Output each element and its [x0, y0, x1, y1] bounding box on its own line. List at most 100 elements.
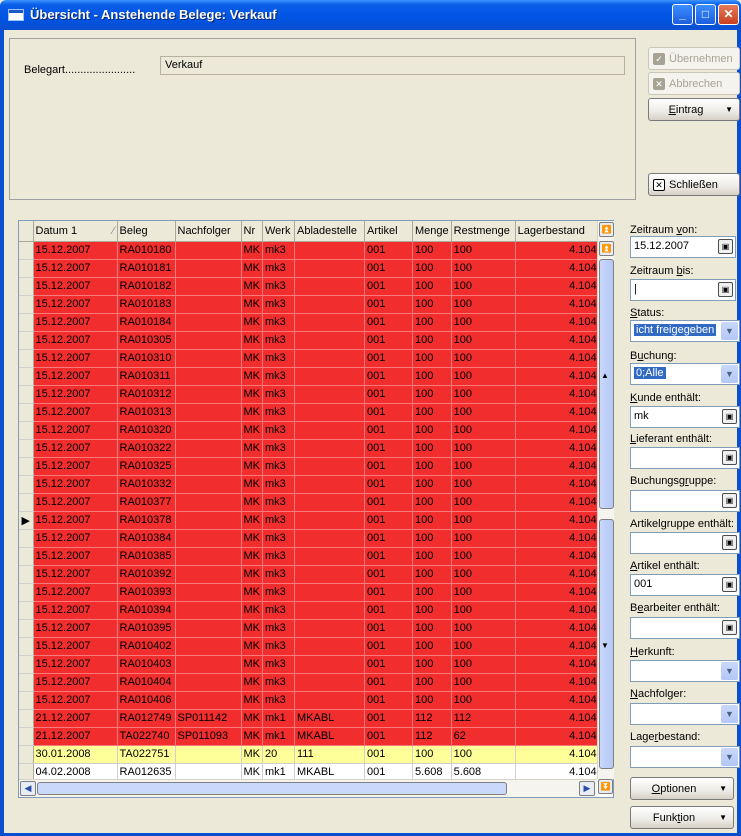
table-cell[interactable] — [294, 673, 365, 692]
table-cell[interactable]: 001 — [364, 637, 413, 656]
table-cell[interactable]: 100 — [451, 529, 516, 548]
row-indicator[interactable] — [19, 727, 34, 746]
table-row[interactable]: 15.12.2007 RA010392 MK mk3 001 100 100 4.104 — [19, 565, 600, 584]
table-cell[interactable]: 15.12.2007 — [33, 547, 118, 566]
table-cell[interactable]: 100 — [412, 619, 452, 638]
table-cell[interactable]: RA010320 — [117, 421, 176, 440]
table-cell[interactable]: MK — [241, 349, 263, 368]
lookup-icon[interactable]: ▣ — [722, 620, 737, 635]
table-cell[interactable]: 100 — [412, 439, 452, 458]
table-cell[interactable]: 15.12.2007 — [33, 511, 118, 530]
table-cell[interactable]: 4.104 — [515, 349, 600, 368]
table-cell[interactable]: RA012749 — [117, 709, 176, 728]
table-cell[interactable]: RA010313 — [117, 403, 176, 422]
table-cell[interactable]: RA010377 — [117, 493, 176, 512]
table-cell[interactable]: 15.12.2007 — [33, 295, 118, 314]
table-cell[interactable]: 001 — [364, 745, 413, 764]
table-cell[interactable]: 4.104 — [515, 421, 600, 440]
table-row[interactable]: 15.12.2007 RA010402 MK mk3 001 100 100 4.104 — [19, 637, 600, 656]
table-cell[interactable]: RA010182 — [117, 277, 176, 296]
funktion-button[interactable]: Funktion ▼ — [630, 806, 734, 829]
table-cell[interactable] — [175, 277, 242, 296]
table-cell[interactable]: RA010395 — [117, 619, 176, 638]
table-cell[interactable]: RA010305 — [117, 331, 176, 350]
table-cell[interactable] — [175, 457, 242, 476]
table-cell[interactable]: SP011093 — [175, 727, 242, 746]
table-cell[interactable]: 15.12.2007 — [33, 457, 118, 476]
table-cell[interactable]: 15.12.2007 — [33, 475, 118, 494]
table-cell[interactable]: 100 — [412, 475, 452, 494]
table-cell[interactable]: MK — [241, 565, 263, 584]
table-cell[interactable]: 001 — [364, 493, 413, 512]
table-cell[interactable]: RA010183 — [117, 295, 176, 314]
table-cell[interactable]: MK — [241, 295, 263, 314]
table-row[interactable]: 15.12.2007 RA010305 MK mk3 001 100 100 4.104 — [19, 331, 600, 350]
table-cell[interactable]: RA010332 — [117, 475, 176, 494]
table-cell[interactable]: MK — [241, 709, 263, 728]
table-cell[interactable]: 100 — [412, 241, 452, 260]
table-row[interactable]: 15.12.2007 RA010403 MK mk3 001 100 100 4.104 — [19, 655, 600, 674]
optionen-button[interactable]: Optionen ▼ — [630, 777, 734, 800]
table-cell[interactable]: MK — [241, 673, 263, 692]
table-cell[interactable]: MK — [241, 331, 263, 350]
table-cell[interactable]: 100 — [412, 457, 452, 476]
table-cell[interactable]: 20 — [262, 745, 295, 764]
table-cell[interactable]: 100 — [412, 673, 452, 692]
scroll-top-icon[interactable]: ⏫ — [599, 222, 614, 237]
table-cell[interactable]: mk3 — [262, 367, 295, 386]
table-cell[interactable] — [175, 637, 242, 656]
table-cell[interactable]: 15.12.2007 — [33, 583, 118, 602]
table-cell[interactable]: 15.12.2007 — [33, 565, 118, 584]
row-indicator[interactable] — [19, 619, 34, 638]
table-cell[interactable]: MKABL — [294, 709, 365, 728]
table-cell[interactable]: 4.104 — [515, 493, 600, 512]
table-cell[interactable]: mk3 — [262, 601, 295, 620]
zeitraum-bis-field[interactable]: | ▣ — [630, 279, 736, 301]
row-indicator[interactable] — [19, 601, 34, 620]
table-cell[interactable]: 15.12.2007 — [33, 421, 118, 440]
scrollbar-thumb-upper[interactable] — [599, 259, 614, 509]
table-cell[interactable]: MKABL — [294, 727, 365, 746]
table-cell[interactable]: 112 — [412, 709, 452, 728]
table-cell[interactable]: 100 — [412, 331, 452, 350]
row-indicator[interactable] — [19, 475, 34, 494]
table-cell[interactable]: TA022740 — [117, 727, 176, 746]
table-cell[interactable]: mk3 — [262, 331, 295, 350]
table-cell[interactable]: 100 — [451, 421, 516, 440]
table-cell[interactable] — [175, 493, 242, 512]
column-header-menge[interactable]: Menge — [412, 221, 452, 242]
table-cell[interactable]: 100 — [412, 529, 452, 548]
table-cell[interactable] — [294, 241, 365, 260]
table-cell[interactable]: 111 — [294, 745, 365, 764]
column-header-nachfolger[interactable]: Nachfolger — [175, 221, 242, 242]
table-cell[interactable] — [294, 403, 365, 422]
scroll-right-icon[interactable]: ▶ — [579, 781, 595, 796]
table-cell[interactable] — [294, 313, 365, 332]
row-indicator[interactable] — [19, 367, 34, 386]
table-cell[interactable]: 4.104 — [515, 457, 600, 476]
table-cell[interactable]: 15.12.2007 — [33, 349, 118, 368]
table-cell[interactable]: 4.104 — [515, 511, 600, 530]
table-cell[interactable]: 15.12.2007 — [33, 259, 118, 278]
table-cell[interactable]: mk3 — [262, 277, 295, 296]
table-cell[interactable]: 100 — [451, 331, 516, 350]
table-cell[interactable] — [294, 601, 365, 620]
eintrag-dropdown-button[interactable]: Eintrag ▼ — [648, 98, 740, 121]
table-cell[interactable]: RA010394 — [117, 601, 176, 620]
table-cell[interactable]: mk3 — [262, 583, 295, 602]
table-cell[interactable]: 4.104 — [515, 331, 600, 350]
table-cell[interactable]: MK — [241, 475, 263, 494]
table-row[interactable]: 15.12.2007 RA010182 MK mk3 001 100 100 4.104 — [19, 277, 600, 296]
table-cell[interactable]: 4.104 — [515, 529, 600, 548]
lieferant-field[interactable]: ▣ — [630, 447, 740, 469]
table-cell[interactable]: 100 — [451, 241, 516, 260]
table-cell[interactable]: 100 — [412, 511, 452, 530]
table-cell[interactable]: 100 — [451, 259, 516, 278]
table-cell[interactable]: 001 — [364, 367, 413, 386]
table-row[interactable]: 15.12.2007 RA010310 MK mk3 001 100 100 4.104 — [19, 349, 600, 368]
table-row[interactable]: 21.12.2007 TA022740 SP011093 MK mk1 MKABL 001 1… — [19, 727, 600, 746]
column-header-nr[interactable]: Nr — [241, 221, 263, 242]
table-cell[interactable]: 15.12.2007 — [33, 673, 118, 692]
table-cell[interactable]: 4.104 — [515, 655, 600, 674]
table-cell[interactable]: 001 — [364, 457, 413, 476]
